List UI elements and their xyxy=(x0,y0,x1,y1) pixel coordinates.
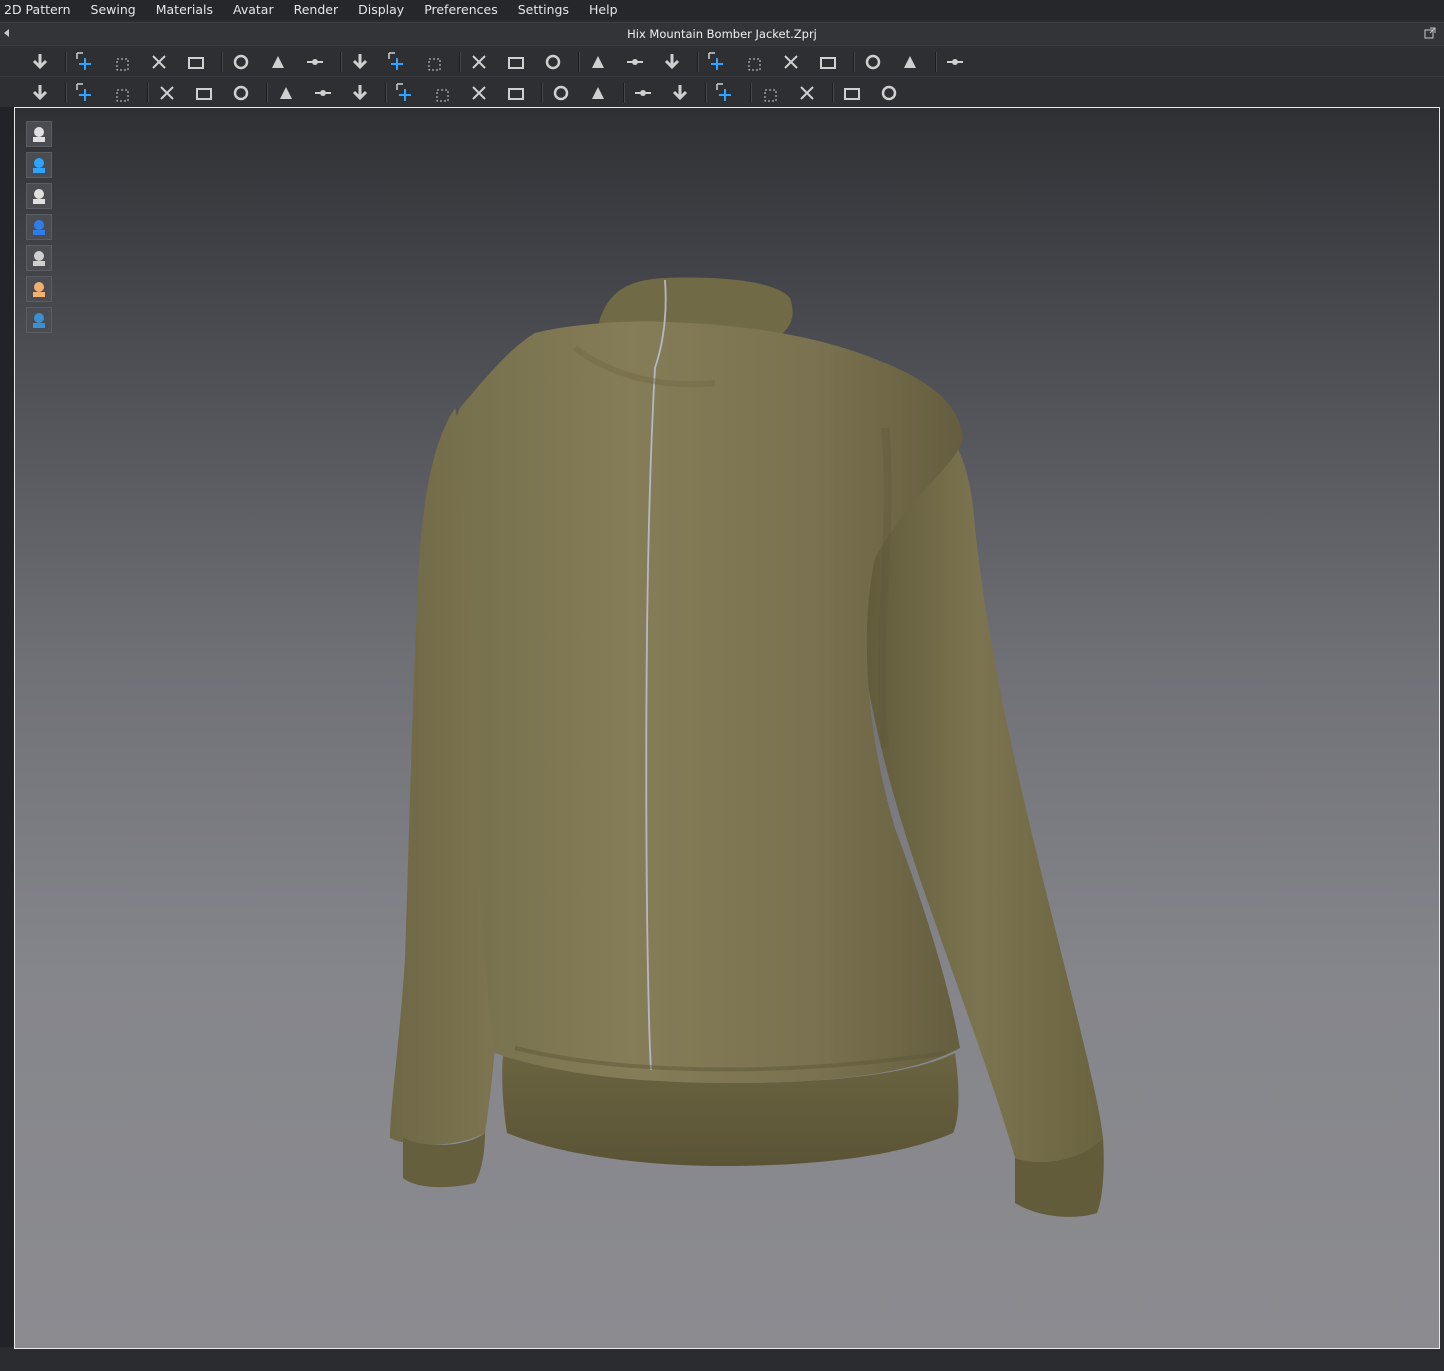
zipper-icon[interactable] xyxy=(272,79,300,107)
menu-2d-pattern[interactable]: 2D Pattern xyxy=(4,3,71,17)
toolbar-separator xyxy=(385,83,387,103)
button-icon[interactable] xyxy=(391,79,419,107)
arrange-icon[interactable] xyxy=(658,48,686,76)
toolbar-separator xyxy=(935,52,937,72)
toolbar-separator xyxy=(541,83,543,103)
texture-transform-icon[interactable] xyxy=(666,79,694,107)
status-strip xyxy=(0,1349,1444,1371)
toolbar-separator xyxy=(578,52,580,72)
menu-preferences[interactable]: Preferences xyxy=(424,3,498,17)
avatar-pose-icon[interactable] xyxy=(539,48,567,76)
toolbar-separator xyxy=(65,83,67,103)
line-icon[interactable] xyxy=(465,79,493,107)
tape-icon[interactable] xyxy=(941,48,969,76)
shirring-icon[interactable] xyxy=(227,79,255,107)
show-avatar-icon[interactable] xyxy=(26,183,52,209)
pin-box-icon[interactable] xyxy=(777,48,805,76)
sewing-segment-icon[interactable] xyxy=(71,79,99,107)
simulation-icon[interactable] xyxy=(26,48,54,76)
sewing-free-icon[interactable] xyxy=(108,79,136,107)
toolbar-separator xyxy=(853,52,855,72)
trim-icon[interactable] xyxy=(346,79,374,107)
skive-icon[interactable] xyxy=(838,79,866,107)
garment-fit-icon[interactable] xyxy=(420,48,448,76)
steam-icon[interactable] xyxy=(153,79,181,107)
topstitch-icon[interactable] xyxy=(711,79,739,107)
toolbar-separator xyxy=(832,83,834,103)
show-skin-icon[interactable] xyxy=(26,276,52,302)
toolbar-3d-primary xyxy=(0,45,1444,78)
window-title: Hix Mountain Bomber Jacket.Zprj xyxy=(627,27,817,41)
walk-icon[interactable] xyxy=(26,79,54,107)
measure-circumference-icon[interactable] xyxy=(859,48,887,76)
menu-bar: 2D Pattern Sewing Materials Avatar Rende… xyxy=(0,0,1444,20)
toolbar-separator xyxy=(750,83,752,103)
strap-icon[interactable] xyxy=(383,48,411,76)
select-move-icon[interactable] xyxy=(71,48,99,76)
pin-icon[interactable] xyxy=(346,48,374,76)
menu-render[interactable]: Render xyxy=(294,3,339,17)
toolbar-separator xyxy=(221,52,223,72)
reset-3d-icon[interactable] xyxy=(621,48,649,76)
toolbar-separator xyxy=(266,83,268,103)
window-title-bar: Hix Mountain Bomber Jacket.Zprj xyxy=(0,22,1444,45)
transform-pattern-icon[interactable] xyxy=(182,48,210,76)
drape-icon[interactable] xyxy=(875,79,903,107)
fold-3d-icon[interactable] xyxy=(502,48,530,76)
toolbar-separator xyxy=(459,52,461,72)
3d-viewport[interactable] xyxy=(14,107,1440,1349)
show-avatar-fitting-icon[interactable] xyxy=(26,152,52,178)
reset-2d-icon[interactable] xyxy=(584,48,612,76)
texture-icon[interactable] xyxy=(629,79,657,107)
select-mesh-lasso-icon[interactable] xyxy=(145,48,173,76)
viewport-display-tools xyxy=(26,121,52,338)
menu-display[interactable]: Display xyxy=(358,3,404,17)
left-dock-strip xyxy=(0,107,14,1347)
toolbar-separator xyxy=(705,83,707,103)
bomber-jacket-3d-model[interactable] xyxy=(15,108,1439,1348)
fold-in-icon[interactable] xyxy=(756,79,784,107)
bond-icon[interactable] xyxy=(793,79,821,107)
zipper-pull-icon[interactable] xyxy=(547,79,575,107)
buttonhole-lock-icon[interactable] xyxy=(502,79,530,107)
show-garment-icon[interactable] xyxy=(26,121,52,147)
toolbar-separator xyxy=(623,83,625,103)
graphic-icon[interactable] xyxy=(584,79,612,107)
measure-girth-icon[interactable] xyxy=(896,48,924,76)
layer-decrease-icon[interactable] xyxy=(740,48,768,76)
show-fabric-icon[interactable] xyxy=(26,214,52,240)
button-hole-icon[interactable] xyxy=(428,79,456,107)
toolbar-separator xyxy=(340,52,342,72)
tuck-icon[interactable] xyxy=(301,48,329,76)
menu-help[interactable]: Help xyxy=(589,3,618,17)
toolbar-3d-secondary xyxy=(0,76,1444,109)
float-window-icon[interactable] xyxy=(1424,27,1436,39)
menu-avatar[interactable]: Avatar xyxy=(233,3,274,17)
fold-arrangement-icon[interactable] xyxy=(227,48,255,76)
select-mesh-box-icon[interactable] xyxy=(108,48,136,76)
menu-materials[interactable]: Materials xyxy=(156,3,213,17)
show-environment-icon[interactable] xyxy=(26,307,52,333)
menu-settings[interactable]: Settings xyxy=(518,3,569,17)
gather-icon[interactable] xyxy=(264,48,292,76)
fold-flip-icon[interactable] xyxy=(465,48,493,76)
toolbar-separator xyxy=(697,52,699,72)
show-texture-icon[interactable] xyxy=(26,245,52,271)
puckering-icon[interactable] xyxy=(309,79,337,107)
toolbar-separator xyxy=(147,83,149,103)
toolbar-separator xyxy=(65,52,67,72)
pin-line-icon[interactable] xyxy=(814,48,842,76)
layer-increase-icon[interactable] xyxy=(703,48,731,76)
menu-sewing[interactable]: Sewing xyxy=(91,3,136,17)
pleat-icon[interactable] xyxy=(190,79,218,107)
